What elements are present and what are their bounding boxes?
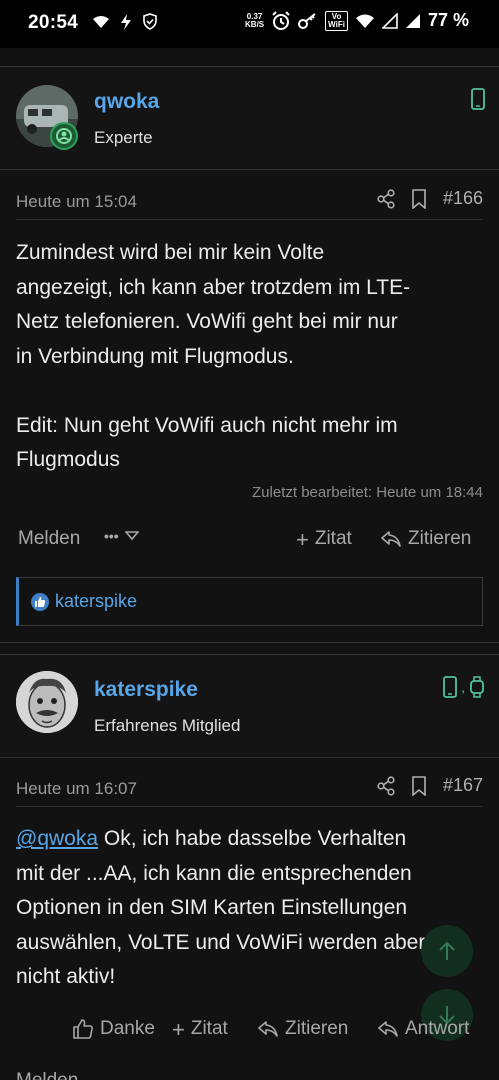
- plus-icon: +: [172, 1016, 185, 1042]
- reply-arrow-icon: [381, 531, 401, 547]
- reply-arrow-icon: [378, 1021, 398, 1037]
- post-body-line: Ok, ich habe dasselbe Verhalten: [98, 827, 407, 850]
- thumbs-up-icon: [31, 592, 49, 611]
- status-time: 20:54: [28, 12, 79, 33]
- phone-icon: [471, 88, 485, 110]
- thanks-button[interactable]: Danke: [72, 1018, 155, 1040]
- post-body-line: mit der ...AA, ich kann die entsprechend…: [16, 861, 412, 885]
- username[interactable]: katerspike: [94, 678, 198, 702]
- quote-add-button[interactable]: + Zitat: [296, 528, 352, 550]
- arrow-up-icon: [439, 941, 455, 960]
- key-icon: [298, 12, 316, 29]
- post-number[interactable]: #167: [443, 775, 483, 796]
- divider: [0, 757, 499, 758]
- bookmark-icon[interactable]: [411, 775, 427, 796]
- flash-icon: [121, 13, 131, 30]
- wifi-signal-icon: [355, 14, 374, 28]
- phone-icon: [443, 676, 458, 698]
- reply-button[interactable]: Antwort: [377, 1018, 469, 1040]
- quote-button[interactable]: Zitieren: [380, 528, 471, 550]
- more-options-button[interactable]: •••: [104, 528, 139, 544]
- thumbs-up-icon: [73, 1019, 93, 1039]
- user-title: Experte: [94, 128, 153, 147]
- post-author-header: katerspike Erfahrenes Mitglied ,: [0, 655, 499, 757]
- expert-badge-icon: [50, 122, 78, 150]
- volte-wifi-badge: Vo WiFi: [325, 10, 348, 31]
- quote-button[interactable]: Zitieren: [257, 1018, 348, 1040]
- chevron-down-icon: [124, 531, 139, 541]
- cell-signal-2-icon: [405, 13, 420, 28]
- network-speed: 0.37 KB/S: [245, 11, 265, 29]
- divider: [16, 806, 483, 807]
- avatar[interactable]: [16, 671, 78, 733]
- quote-add-button[interactable]: + Zitat: [172, 1018, 228, 1040]
- post-body-line: Optionen in den SIM Karten Einstellungen: [16, 896, 408, 919]
- bookmark-icon[interactable]: [411, 188, 427, 209]
- post-body-line: in Verbindung mit Flugmodus.: [16, 344, 294, 368]
- post-author-header: qwoka Experte: [0, 67, 499, 169]
- post-body-line: Netz telefonieren. VoWifi geht bei mir n…: [16, 310, 398, 333]
- user-mention-link[interactable]: @qwoka: [16, 827, 98, 850]
- cell-signal-icon: [381, 12, 398, 29]
- divider: [16, 219, 483, 220]
- share-icon[interactable]: [377, 775, 395, 796]
- post-body: Zumindest wird bei mir kein Volte angeze…: [16, 236, 486, 478]
- shield-check-icon: [143, 13, 157, 30]
- wifi-icon: [93, 15, 109, 28]
- post-body-line: angezeigt, ich kann aber trotzdem im LTE…: [16, 275, 411, 299]
- battery-level: 77 %: [427, 10, 469, 30]
- post-body-line: [16, 374, 486, 409]
- post-body-line: Edit: Nun geht VoWifi auch nicht mehr im: [16, 413, 398, 437]
- reactions-bar[interactable]: katerspike: [16, 577, 483, 626]
- divider: [0, 642, 499, 643]
- separator-comma: ,: [461, 679, 465, 695]
- post-body-line: Zumindest wird bei mir kein Volte: [16, 241, 325, 264]
- more-dots-icon: •••: [104, 528, 119, 544]
- user-title: Erfahrenes Mitglied: [94, 716, 241, 735]
- username[interactable]: qwoka: [94, 90, 159, 114]
- post-date[interactable]: Heute um 16:07: [16, 779, 137, 799]
- report-button[interactable]: Melden: [18, 528, 80, 550]
- smartwatch-icon: [470, 676, 484, 698]
- divider: [0, 169, 499, 170]
- report-button[interactable]: Melden: [16, 1070, 78, 1080]
- post-body-line: auswählen, VoLTE und VoWiFi werden aber: [16, 930, 426, 954]
- scroll-up-button[interactable]: [421, 925, 473, 977]
- post-body-line: nicht aktiv!: [16, 965, 116, 988]
- reaction-user[interactable]: katerspike: [55, 591, 137, 612]
- edited-note: Zuletzt bearbeitet: Heute um 18:44: [252, 484, 483, 501]
- alarm-icon: [272, 10, 290, 30]
- post-body: @qwoka Ok, ich habe dasselbe Verhalten m…: [16, 822, 486, 995]
- post-date[interactable]: Heute um 15:04: [16, 192, 137, 212]
- plus-icon: +: [296, 526, 309, 552]
- post-body-line: Flugmodus: [16, 448, 120, 471]
- status-bar: 20:54 0.37 KB/S Vo WiFi 77 %: [0, 0, 499, 48]
- share-icon[interactable]: [377, 188, 395, 209]
- reply-arrow-icon: [258, 1021, 278, 1037]
- post-number[interactable]: #166: [443, 188, 483, 209]
